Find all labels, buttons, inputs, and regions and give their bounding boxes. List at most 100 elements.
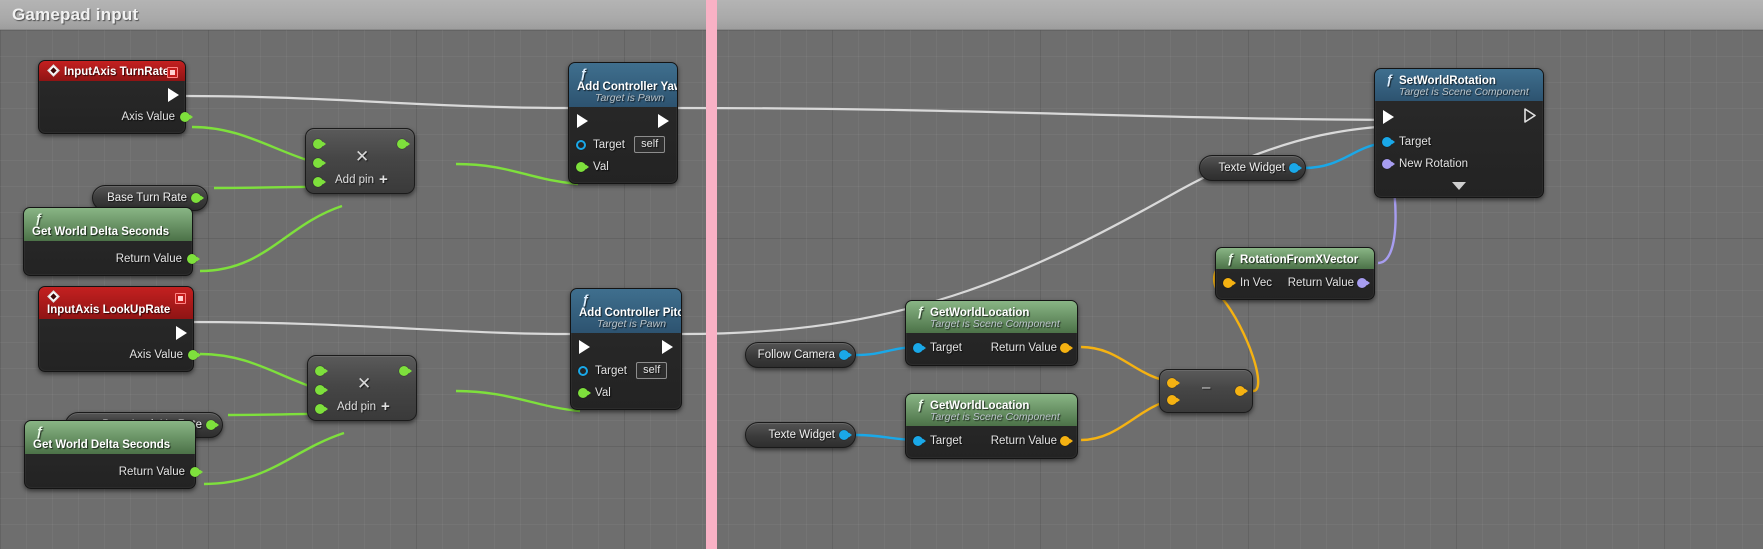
pin-row-target: Target self — [569, 133, 677, 157]
input-pin-target[interactable] — [913, 343, 926, 353]
node-multiply-1[interactable]: ✕ Add pin + — [305, 128, 415, 194]
input-pin-new-rotation[interactable] — [1382, 159, 1395, 169]
pin-label-target: Target — [930, 342, 962, 354]
node-subtract[interactable]: – — [1159, 369, 1253, 413]
plus-icon: + — [379, 171, 388, 188]
pin-label-new-rotation: New Rotation — [1399, 158, 1469, 170]
pin-row-val: Val — [569, 157, 677, 177]
blueprint-graph-screenshot: Gamepad input InputAxis TurnRate Axis Va… — [0, 0, 1763, 549]
pin-label-val: Val — [593, 161, 609, 173]
node-follow-camera[interactable]: Follow Camera — [745, 342, 856, 368]
node-add-controller-yaw-input[interactable]: ƒAdd Controller Yaw Input Target is Pawn… — [568, 62, 678, 184]
exec-output-pin[interactable] — [168, 88, 179, 102]
node-get-world-location-2[interactable]: ƒ GetWorldLocation Target is Scene Compon… — [905, 393, 1078, 459]
node-texte-widget-bottom[interactable]: Texte Widget — [745, 422, 856, 448]
output-pin-return-value[interactable] — [187, 254, 200, 264]
exec-out-row — [39, 323, 193, 345]
pin-row-target: Target self — [571, 359, 681, 383]
input-pin-val[interactable] — [576, 162, 589, 172]
output-pin-texte-widget[interactable] — [1289, 163, 1302, 173]
exec-output-pin[interactable] — [176, 326, 187, 340]
node-add-controller-pitch-input[interactable]: ƒAdd Controller Pitch Input Target is Pa… — [570, 288, 682, 410]
exec-output-pin[interactable] — [662, 340, 673, 354]
expand-advanced-caret-icon[interactable] — [1452, 182, 1466, 190]
add-pin-button-multiply2[interactable]: Add pin + — [337, 398, 390, 415]
pin-label-target: Target — [1399, 136, 1431, 148]
pin-row-axis-value: Axis Value — [39, 107, 193, 127]
node-get-world-delta-seconds-2[interactable]: ƒGet World Delta Seconds Return Value — [24, 420, 203, 489]
node-body: Target self Val — [569, 107, 677, 183]
output-pin-multiply2[interactable] — [399, 366, 412, 376]
node-header: ƒGet World Delta Seconds — [25, 421, 195, 454]
exec-input-pin[interactable] — [579, 340, 590, 354]
input-pin-multiply2-c[interactable] — [315, 404, 328, 414]
function-f-icon: ƒ — [34, 211, 43, 226]
input-pin-multiply1-c[interactable] — [313, 177, 326, 187]
exec-input-pin[interactable] — [1383, 110, 1394, 124]
event-delete-button[interactable] — [167, 67, 178, 78]
variable-label-texte-widget: Texte Widget — [1218, 162, 1285, 174]
input-pin-in-vec[interactable] — [1223, 278, 1236, 288]
pin-label-in-vec: In Vec — [1240, 277, 1272, 289]
exec-output-pin[interactable] — [658, 114, 669, 128]
node-title: InputAxis TurnRate — [64, 66, 170, 78]
node-title: Get World Delta Seconds — [33, 439, 171, 451]
node-multiply-2[interactable]: ✕ Add pin + — [307, 355, 417, 421]
node-input-axis-turnrate[interactable]: InputAxis TurnRate Axis Value — [38, 60, 193, 134]
input-pin-multiply1-b[interactable] — [313, 158, 326, 168]
pin-label-return-value: Return Value — [118, 466, 185, 478]
output-pin-multiply1[interactable] — [397, 139, 410, 149]
node-body: Target New Rotation — [1375, 101, 1543, 197]
pin-label-axis-value: Axis Value — [121, 111, 175, 123]
event-delete-button[interactable] — [175, 293, 186, 304]
node-header: InputAxis LookUpRate — [39, 287, 193, 319]
input-pin-multiply2-b[interactable] — [315, 385, 328, 395]
variable-label-texte-widget: Texte Widget — [768, 429, 835, 441]
output-pin-texte-widget[interactable] — [839, 430, 852, 440]
output-pin-base-look-up-rate[interactable] — [206, 420, 219, 430]
node-texte-widget-top[interactable]: Texte Widget — [1199, 155, 1306, 181]
output-pin-axis-value[interactable] — [180, 112, 193, 122]
node-get-world-location-1[interactable]: ƒ GetWorldLocation Target is Scene Compon… — [905, 300, 1078, 366]
pin-label-return-value: Return Value — [990, 342, 1057, 354]
node-set-world-rotation[interactable]: ƒ SetWorldRotation Target is Scene Compon… — [1374, 68, 1544, 198]
blueprint-canvas[interactable]: InputAxis TurnRate Axis Value Base Turn … — [0, 30, 1763, 549]
output-pin-follow-camera[interactable] — [839, 350, 852, 360]
wire-float-multiply1-to-yaw-val — [455, 162, 579, 186]
node-body: Target Return Value — [906, 333, 1077, 365]
node-body: In Vec Return Value — [1216, 269, 1374, 299]
exec-output-pin[interactable] — [1524, 108, 1536, 123]
output-pin-return-value[interactable] — [1060, 343, 1073, 353]
input-pin-subtract-a[interactable] — [1167, 378, 1180, 388]
output-pin-subtract[interactable] — [1235, 386, 1248, 396]
node-input-axis-lookuprate[interactable]: InputAxis LookUpRate Axis Value — [38, 286, 201, 372]
node-header: ƒ GetWorldLocation Target is Scene Compon… — [906, 394, 1077, 426]
input-pin-multiply1-a[interactable] — [313, 139, 326, 149]
node-header: ƒAdd Controller Yaw Input Target is Pawn — [569, 63, 677, 107]
input-pin-target[interactable] — [578, 366, 588, 376]
add-pin-button-multiply1[interactable]: Add pin + — [335, 171, 388, 188]
node-body: Axis Value — [39, 81, 193, 133]
pin-row-target: Target — [1375, 131, 1543, 153]
exec-input-pin[interactable] — [577, 114, 588, 128]
input-pin-subtract-b[interactable] — [1167, 395, 1180, 405]
output-pin-return-value[interactable] — [1060, 436, 1073, 446]
node-body: Target Return Value — [906, 426, 1077, 458]
output-pin-base-turn-rate[interactable] — [191, 193, 204, 203]
input-pin-val[interactable] — [578, 388, 591, 398]
output-pin-axis-value[interactable] — [188, 350, 201, 360]
input-pin-multiply2-a[interactable] — [315, 366, 328, 376]
input-pin-target[interactable] — [1382, 137, 1395, 147]
input-pin-target[interactable] — [913, 436, 926, 446]
exec-row — [569, 111, 677, 133]
target-self-value[interactable]: self — [636, 362, 668, 379]
output-pin-return-value[interactable] — [1357, 278, 1370, 288]
pin-label-return-value: Return Value — [1287, 277, 1354, 289]
node-rotation-from-x-vector[interactable]: ƒ RotationFromXVector In Vec Return Value — [1215, 247, 1375, 300]
input-pin-target[interactable] — [576, 140, 586, 150]
node-subtitle: Target is Scene Component — [930, 318, 1060, 330]
exec-row — [1375, 105, 1543, 131]
node-get-world-delta-seconds-1[interactable]: ƒGet World Delta Seconds Return Value — [23, 207, 200, 276]
output-pin-return-value[interactable] — [190, 467, 203, 477]
target-self-value[interactable]: self — [634, 136, 666, 153]
